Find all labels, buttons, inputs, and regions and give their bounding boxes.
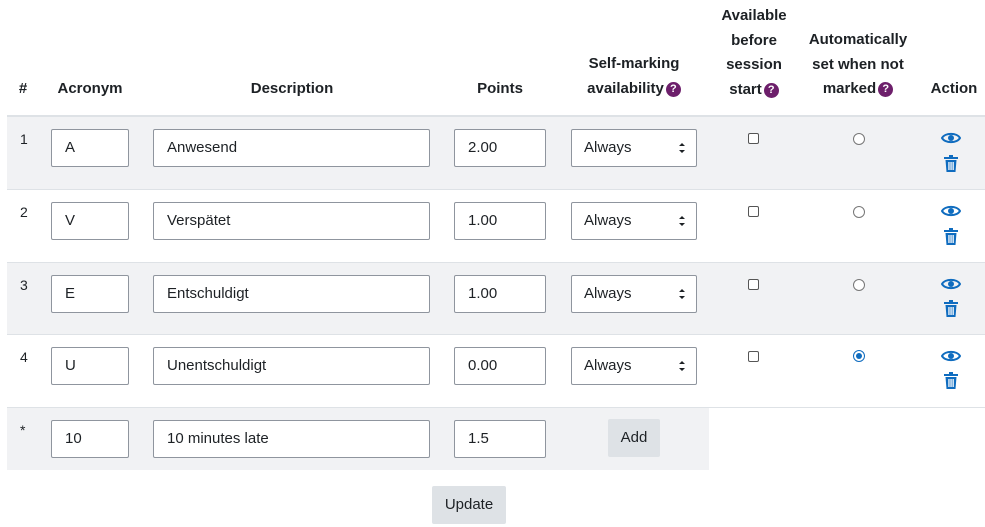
help-icon[interactable]: ?	[665, 81, 681, 97]
header-auto-set: Automatically set when not marked?	[808, 31, 908, 97]
row-number: 4	[20, 349, 28, 365]
trash-icon[interactable]	[943, 372, 959, 389]
acronym-input[interactable]: U	[51, 347, 129, 385]
help-icon[interactable]: ?	[763, 82, 779, 98]
select-arrow-icon	[679, 361, 685, 371]
select-arrow-icon	[679, 289, 685, 299]
description-input[interactable]: Anwesend	[153, 129, 430, 167]
select-arrow-icon	[679, 216, 685, 226]
new-points-input[interactable]: 1.5	[454, 420, 546, 458]
acronym-input[interactable]: V	[51, 202, 129, 240]
availability-value: Always	[584, 285, 632, 302]
header-available-before-start: Available before session start?	[721, 7, 787, 98]
trash-icon[interactable]	[943, 228, 959, 245]
header-description: Description	[250, 80, 334, 97]
row-number: 1	[20, 131, 28, 147]
auto-set-radio[interactable]	[853, 206, 865, 218]
availability-select[interactable]: Always	[571, 129, 697, 167]
availability-select[interactable]: Always	[571, 347, 697, 385]
availability-value: Always	[584, 357, 632, 374]
points-input[interactable]: 1.00	[454, 202, 546, 240]
points-input[interactable]: 0.00	[454, 347, 546, 385]
eye-icon[interactable]	[941, 348, 961, 364]
help-icon[interactable]: ?	[878, 82, 894, 97]
update-button[interactable]: Update	[432, 486, 506, 524]
available-before-start-checkbox[interactable]	[748, 133, 759, 144]
header-action: Action	[930, 80, 978, 97]
row-number: 2	[20, 204, 28, 220]
acronym-input[interactable]: A	[51, 129, 129, 167]
header-acronym: Acronym	[57, 80, 123, 97]
row-number: 3	[20, 277, 28, 293]
available-before-start-checkbox[interactable]	[748, 206, 759, 217]
points-input[interactable]: 1.00	[454, 275, 546, 313]
points-input[interactable]: 2.00	[454, 129, 546, 167]
eye-icon[interactable]	[941, 130, 961, 146]
availability-value: Always	[584, 139, 632, 156]
auto-set-radio[interactable]	[853, 279, 865, 291]
header-self-marking: Self-marking availability?	[587, 55, 681, 97]
availability-select[interactable]: Always	[571, 202, 697, 240]
auto-set-radio[interactable]	[853, 350, 865, 362]
availability-select[interactable]: Always	[571, 275, 697, 313]
trash-icon[interactable]	[943, 300, 959, 317]
available-before-start-checkbox[interactable]	[748, 351, 759, 362]
available-before-start-checkbox[interactable]	[748, 279, 759, 290]
acronym-input[interactable]: E	[51, 275, 129, 313]
new-acronym-input[interactable]: 10	[51, 420, 129, 458]
add-button[interactable]: Add	[608, 419, 660, 457]
description-input[interactable]: Verspätet	[153, 202, 430, 240]
trash-icon[interactable]	[943, 155, 959, 172]
header-num: #	[18, 80, 28, 97]
select-arrow-icon	[679, 143, 685, 153]
header-points: Points	[477, 80, 523, 97]
availability-value: Always	[584, 212, 632, 229]
new-description-input[interactable]: 10 minutes late	[153, 420, 430, 458]
auto-set-radio[interactable]	[853, 133, 865, 145]
eye-icon[interactable]	[941, 203, 961, 219]
eye-icon[interactable]	[941, 276, 961, 292]
row-number: *	[20, 422, 26, 438]
description-input[interactable]: Unentschuldigt	[153, 347, 430, 385]
description-input[interactable]: Entschuldigt	[153, 275, 430, 313]
